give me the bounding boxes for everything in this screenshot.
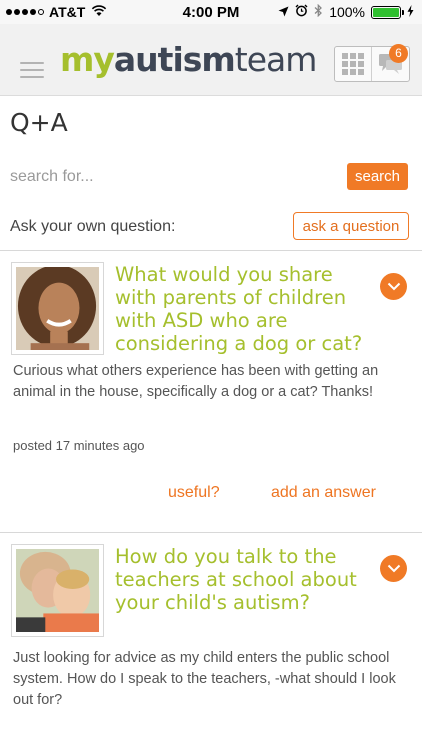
logo-part-team: team xyxy=(234,40,318,79)
header-icon-group: 6 xyxy=(334,44,410,82)
status-icons: 100% xyxy=(278,3,414,20)
messages-button[interactable]: 6 xyxy=(372,44,409,81)
page-title: Q+A xyxy=(10,108,68,137)
question-title[interactable]: What would you share with parents of chi… xyxy=(115,263,375,355)
ask-question-label: Ask your own question: xyxy=(10,218,176,235)
grid-icon xyxy=(342,53,364,75)
question-card: How do you talk to the teachers at schoo… xyxy=(0,533,422,750)
logo-part-my: my xyxy=(60,40,115,79)
user-photo xyxy=(16,267,99,350)
search-button[interactable]: search xyxy=(347,163,408,190)
question-card: What would you share with parents of chi… xyxy=(0,251,422,532)
ask-question-button[interactable]: ask a question xyxy=(293,212,409,240)
menu-icon[interactable] xyxy=(20,62,44,78)
charging-bolt-icon xyxy=(407,4,414,20)
expand-chevron-icon[interactable] xyxy=(380,273,407,300)
question-body: Just looking for advice as my child ente… xyxy=(13,650,396,708)
question-body: Curious what others experience has been … xyxy=(13,363,379,400)
status-bar: AT&T 4:00 PM 100% xyxy=(0,0,422,24)
avatar[interactable] xyxy=(11,262,104,355)
bluetooth-icon xyxy=(314,3,323,20)
user-photo xyxy=(16,549,99,632)
logo-part-autism: autism xyxy=(113,40,236,79)
search-input[interactable] xyxy=(10,164,330,190)
location-arrow-icon xyxy=(278,4,289,20)
posted-time: posted 17 minutes ago xyxy=(13,438,145,453)
notification-badge: 6 xyxy=(389,44,408,63)
useful-link[interactable]: useful? xyxy=(168,484,220,502)
app-header: myautismteam 6 xyxy=(0,24,422,96)
battery-icon xyxy=(371,5,404,19)
avatar[interactable] xyxy=(11,544,104,637)
battery-percent: 100% xyxy=(329,4,365,20)
logo[interactable]: myautismteam xyxy=(60,40,318,79)
alarm-icon xyxy=(295,4,308,20)
add-answer-link[interactable]: add an answer xyxy=(271,484,376,502)
question-title[interactable]: How do you talk to the teachers at schoo… xyxy=(115,545,375,614)
apps-grid-button[interactable] xyxy=(335,47,373,81)
expand-chevron-icon[interactable] xyxy=(380,555,407,582)
